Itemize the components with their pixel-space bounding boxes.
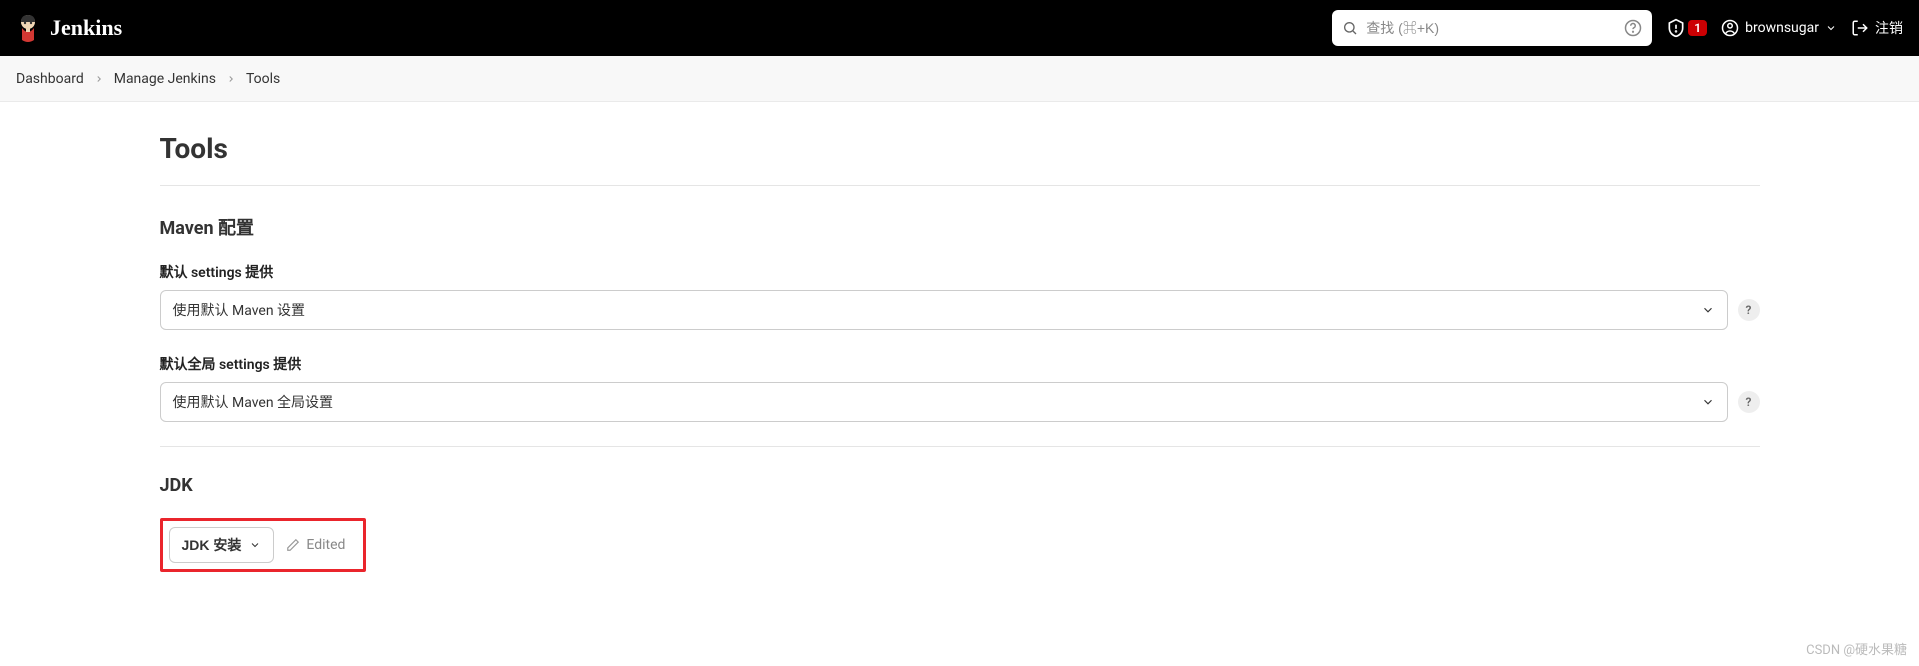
jdk-install-label: JDK 安装 bbox=[182, 535, 242, 555]
chevron-down-icon bbox=[1701, 395, 1715, 409]
watermark: CSDN @硬水果糖 bbox=[1806, 639, 1907, 658]
select-global-settings-value: 使用默认 Maven 全局设置 bbox=[173, 392, 334, 412]
jenkins-logo-icon bbox=[16, 12, 40, 44]
logout-label: 注销 bbox=[1875, 18, 1903, 38]
breadcrumb-sep bbox=[94, 74, 104, 84]
label-default-settings: 默认 settings 提供 bbox=[160, 262, 1760, 282]
select-global-settings[interactable]: 使用默认 Maven 全局设置 bbox=[160, 382, 1728, 422]
alerts-button[interactable]: 1 bbox=[1666, 18, 1707, 38]
section-title-jdk: JDK bbox=[160, 475, 1760, 496]
edited-indicator: Edited bbox=[274, 537, 357, 553]
header-left: Jenkins bbox=[16, 12, 122, 44]
breadcrumb: Dashboard Manage Jenkins Tools bbox=[0, 56, 1919, 102]
field-row-default-settings: 使用默认 Maven 设置 ? bbox=[160, 290, 1760, 330]
logout-button[interactable]: 注销 bbox=[1851, 18, 1903, 38]
select-default-settings[interactable]: 使用默认 Maven 设置 bbox=[160, 290, 1728, 330]
help-default-settings[interactable]: ? bbox=[1738, 299, 1760, 321]
label-global-settings: 默认全局 settings 提供 bbox=[160, 354, 1760, 374]
search-icon bbox=[1342, 20, 1358, 36]
shield-alert-icon bbox=[1666, 18, 1686, 38]
chevron-down-icon bbox=[1825, 22, 1837, 34]
search-box[interactable] bbox=[1332, 10, 1652, 46]
select-default-settings-value: 使用默认 Maven 设置 bbox=[173, 300, 306, 320]
header-bar: Jenkins 1 brownsugar bbox=[0, 0, 1919, 56]
alert-count-badge: 1 bbox=[1688, 20, 1707, 36]
header-right: 1 brownsugar 注销 bbox=[1332, 10, 1903, 46]
edited-label: Edited bbox=[306, 537, 345, 553]
user-menu[interactable]: brownsugar bbox=[1721, 19, 1837, 37]
breadcrumb-manage-jenkins[interactable]: Manage Jenkins bbox=[114, 71, 216, 87]
username-label: brownsugar bbox=[1745, 20, 1819, 36]
chevron-down-icon bbox=[1701, 303, 1715, 317]
section-title-maven: Maven 配置 bbox=[160, 214, 1760, 240]
breadcrumb-dashboard[interactable]: Dashboard bbox=[16, 71, 84, 87]
breadcrumb-tools[interactable]: Tools bbox=[246, 71, 280, 87]
section-jdk: JDK JDK 安装 Edited bbox=[160, 475, 1760, 572]
pencil-icon bbox=[286, 538, 300, 552]
user-icon bbox=[1721, 19, 1739, 37]
section-maven: Maven 配置 默认 settings 提供 使用默认 Maven 设置 ? … bbox=[160, 214, 1760, 422]
logo-text: Jenkins bbox=[50, 15, 122, 41]
help-global-settings[interactable]: ? bbox=[1738, 391, 1760, 413]
logo[interactable]: Jenkins bbox=[16, 12, 122, 44]
logout-icon bbox=[1851, 19, 1869, 37]
field-row-global-settings: 使用默认 Maven 全局设置 ? bbox=[160, 382, 1760, 422]
search-input[interactable] bbox=[1366, 20, 1616, 36]
main-content: Tools Maven 配置 默认 settings 提供 使用默认 Maven… bbox=[140, 102, 1780, 602]
chevron-down-icon bbox=[249, 539, 261, 551]
jdk-install-highlight: JDK 安装 Edited bbox=[160, 518, 367, 572]
divider bbox=[160, 185, 1760, 186]
breadcrumb-sep bbox=[226, 74, 236, 84]
search-help-icon[interactable] bbox=[1624, 19, 1642, 37]
jdk-install-button[interactable]: JDK 安装 bbox=[169, 527, 275, 563]
divider bbox=[160, 446, 1760, 447]
page-title: Tools bbox=[160, 132, 1760, 165]
